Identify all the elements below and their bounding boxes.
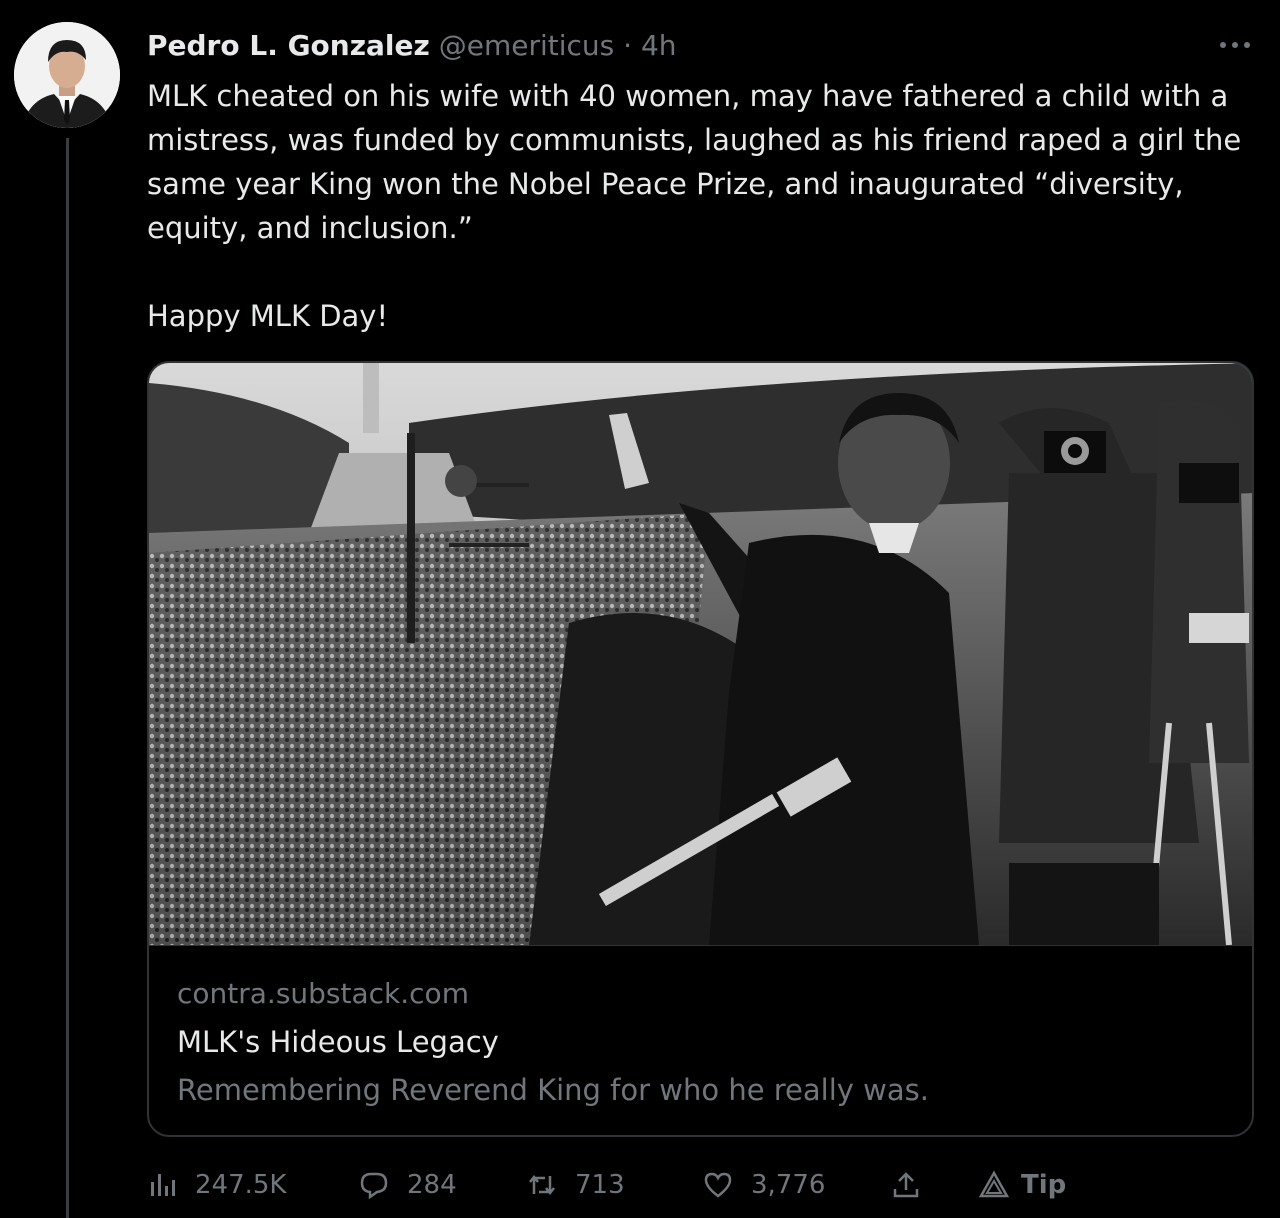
card-divider xyxy=(149,945,1252,946)
avatar[interactable] xyxy=(14,22,120,128)
user-handle[interactable]: @emeriticus xyxy=(439,29,615,62)
tweet-header: Pedro L. Gonzalez @emeriticus · 4h xyxy=(147,26,677,66)
tip-icon xyxy=(979,1170,1009,1198)
views-button[interactable]: 247.5K xyxy=(147,1170,286,1200)
thread-line xyxy=(66,138,69,1218)
tweet-text-paragraph: MLK cheated on his wife with 40 women, m… xyxy=(147,79,1242,245)
tip-button[interactable]: Tip xyxy=(979,1170,1066,1200)
tweet-text: MLK cheated on his wife with 40 women, m… xyxy=(147,74,1257,338)
like-count: 3,776 xyxy=(751,1170,826,1200)
card-title: MLK's Hideous Legacy xyxy=(177,1025,499,1059)
card-description: Remembering Reverend King for who he rea… xyxy=(177,1073,929,1107)
reply-count: 284 xyxy=(407,1170,457,1200)
more-options-icon[interactable] xyxy=(1218,26,1252,59)
heart-icon xyxy=(704,1172,732,1198)
retweet-button[interactable]: 713 xyxy=(527,1170,625,1200)
link-preview-card[interactable]: contra.substack.com MLK's Hideous Legacy… xyxy=(147,361,1254,1137)
reply-button[interactable]: 284 xyxy=(359,1170,457,1200)
share-icon xyxy=(893,1172,919,1198)
tweet-text-paragraph: Happy MLK Day! xyxy=(147,299,389,333)
display-name[interactable]: Pedro L. Gonzalez xyxy=(147,29,430,62)
tweet-timestamp[interactable]: 4h xyxy=(641,29,677,62)
retweet-count: 713 xyxy=(575,1170,625,1200)
tip-label: Tip xyxy=(1021,1170,1067,1200)
like-button[interactable]: 3,776 xyxy=(703,1170,825,1200)
analytics-icon xyxy=(151,1174,175,1196)
retweet-icon xyxy=(529,1174,555,1196)
tweet-actions: 247.5K 284 713 3,776 Tip xyxy=(147,1170,1257,1214)
avatar-image xyxy=(14,22,120,128)
card-image xyxy=(149,363,1252,945)
reply-icon xyxy=(360,1172,388,1200)
separator-dot: · xyxy=(623,29,633,62)
share-button[interactable] xyxy=(891,1170,921,1200)
card-domain: contra.substack.com xyxy=(177,977,469,1010)
views-count: 247.5K xyxy=(195,1170,287,1200)
